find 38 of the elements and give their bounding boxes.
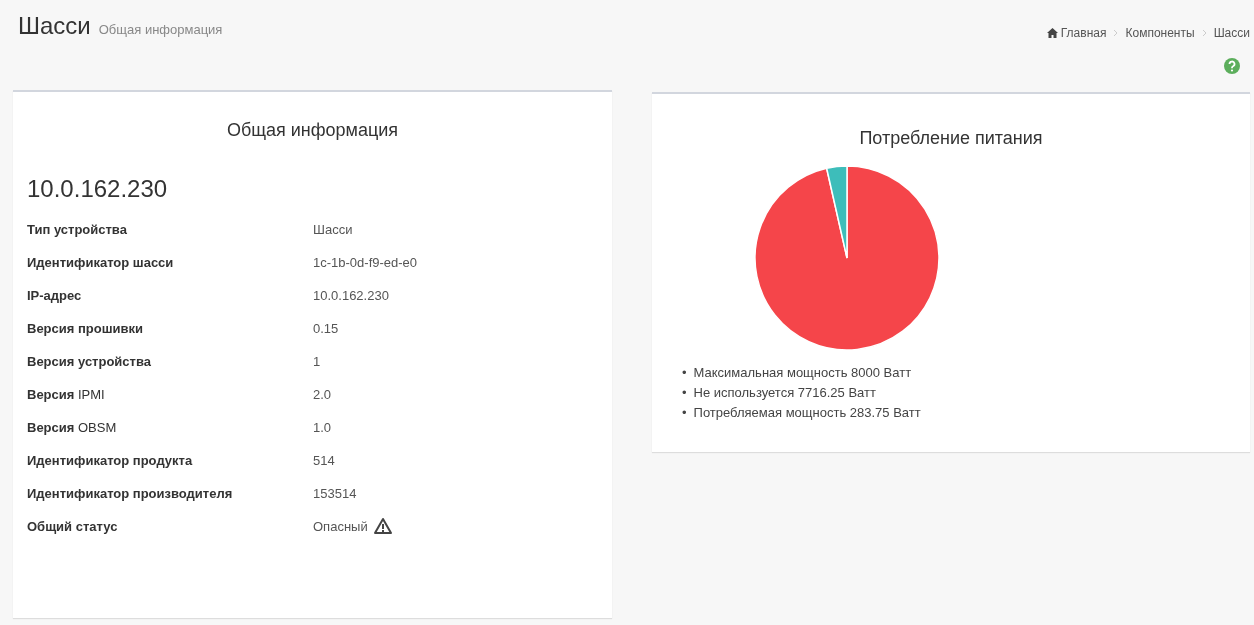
field-value: 10.0.162.230 bbox=[313, 287, 389, 305]
field-value: 1c-1b-0d-f9-ed-e0 bbox=[313, 254, 418, 272]
help-icon[interactable] bbox=[1224, 58, 1240, 74]
field-value: 153514 bbox=[313, 485, 357, 503]
field-value: 1.0 bbox=[313, 419, 332, 437]
bullet: • bbox=[682, 384, 687, 402]
field-label: IP-адрес bbox=[27, 287, 83, 305]
card-title: Общая информация bbox=[225, 119, 400, 141]
field-label: Тип устройства bbox=[27, 221, 128, 239]
page-title: Шасси bbox=[18, 12, 91, 40]
field-value: Опасный bbox=[313, 518, 368, 536]
field-label: Версия устройства bbox=[27, 353, 152, 371]
field-label: Идентификатор продукта bbox=[27, 452, 194, 470]
field-label: Версия прошивки bbox=[27, 320, 145, 338]
breadcrumb-link[interactable]: Шасси bbox=[1213, 26, 1250, 40]
field-label: Версия OBSM bbox=[27, 419, 118, 437]
field-label: Версия IPMI bbox=[27, 386, 106, 404]
field-value: 514 bbox=[313, 452, 335, 470]
chevron-icon bbox=[1201, 29, 1207, 37]
field-value: 1 bbox=[313, 353, 321, 371]
field-value: Шасси bbox=[313, 221, 353, 239]
legend-item: Максимальная мощность 8000 Ватт bbox=[693, 364, 912, 382]
breadcrumb-link[interactable]: Компоненты bbox=[1125, 26, 1195, 40]
breadcrumb-link[interactable]: Главная bbox=[1046, 26, 1107, 40]
host-address: 10.0.162.230 bbox=[27, 174, 169, 204]
field-value: 2.0 bbox=[313, 386, 332, 404]
home-icon bbox=[1046, 28, 1058, 38]
legend-item: Не используется 7716.25 Ватт bbox=[693, 384, 876, 402]
field-value: 0.15 bbox=[313, 320, 339, 338]
page-subtitle: Общая информация bbox=[98, 22, 223, 37]
field-label: Идентификатор шасси bbox=[27, 254, 175, 272]
field-label: Идентификатор производителя bbox=[27, 485, 233, 503]
chevron-icon bbox=[1113, 29, 1119, 37]
legend-item: Потребляемая мощность 283.75 Ватт bbox=[693, 404, 921, 422]
bullet: • bbox=[682, 404, 687, 422]
field-label: Общий статус bbox=[27, 518, 119, 536]
card-title: Потребление питания bbox=[858, 127, 1044, 150]
bullet: • bbox=[682, 364, 687, 382]
